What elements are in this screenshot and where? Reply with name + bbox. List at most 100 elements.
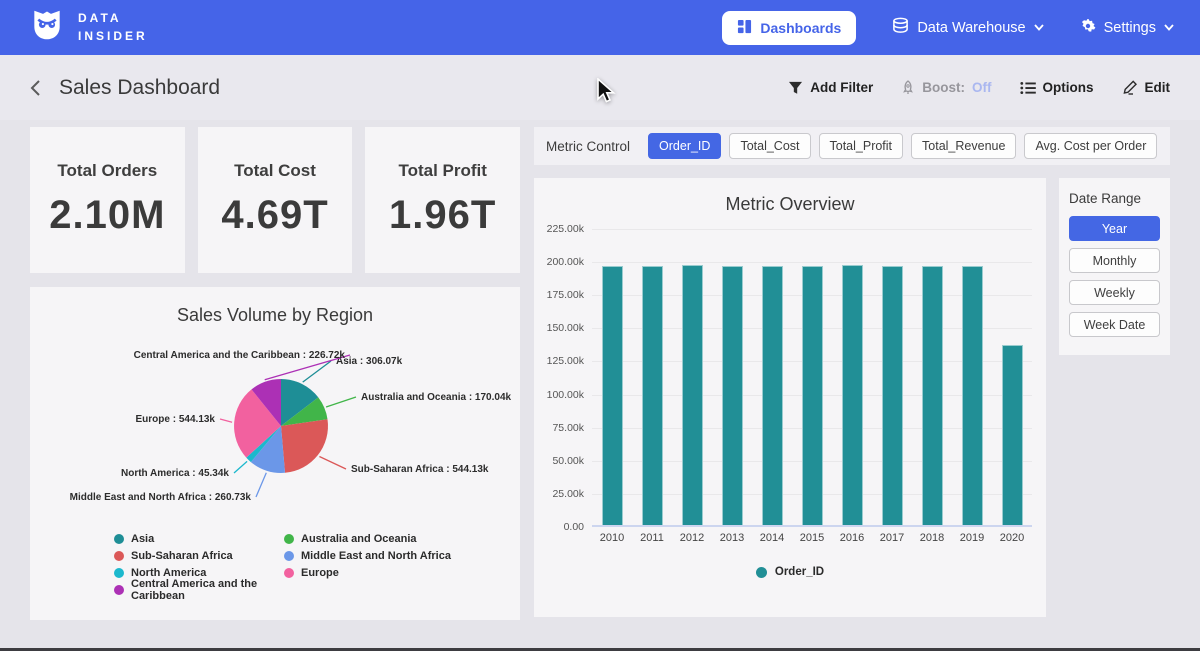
kpi-label: Total Cost [234,161,316,181]
legend-dot [284,568,294,578]
pie-legend: AsiaSub-Saharan AfricaNorth AmericaCentr… [30,530,520,598]
metric-option-total-profit[interactable]: Total_Profit [819,133,904,159]
bar-2019 [962,266,983,525]
legend-label: Australia and Oceania [301,533,417,545]
x-tick-label: 2014 [752,532,792,544]
dashboard-grid-icon [737,19,752,37]
bar-2010 [602,266,623,525]
legend-dot [284,551,294,561]
add-filter-button[interactable]: Add Filter [788,80,873,95]
options-list-icon [1020,81,1036,95]
options-button[interactable]: Options [1020,80,1094,95]
date-option-week-date[interactable]: Week Date [1069,312,1160,337]
pie-slice-sub-saharan-africa [281,419,328,473]
chevron-left-icon [30,79,41,97]
y-tick-label: 150.00k [547,322,584,334]
rocket-icon [901,80,915,95]
bar-chart-title: Metric Overview [534,178,1046,215]
legend-dot [114,568,124,578]
bar-2013 [722,266,743,525]
kpi-label: Total Orders [57,161,157,181]
bar-plot-area [592,229,1032,527]
bar-2012 [682,265,703,525]
kpi-value: 4.69T [221,193,328,238]
pie-slice-label: Australia and Oceania : 170.04k [361,392,512,403]
metric-option-avg-cost-per-order[interactable]: Avg. Cost per Order [1024,133,1157,159]
brand-logo: DATA INSIDER [28,6,148,49]
pie-slice-label: North America : 45.34k [121,468,229,479]
pie-callout-line [256,473,266,497]
settings-menu[interactable]: Settings [1080,18,1174,38]
date-range-buttons: Year Monthly Weekly Week Date [1069,216,1160,344]
bar-2017 [882,266,903,525]
x-axis: 2010201120122013201420152016201720182019… [592,532,1032,544]
legend-label: Asia [131,533,154,545]
legend-dot [756,567,767,578]
date-range-panel: Date Range Year Monthly Weekly Week Date [1059,178,1170,355]
brand-name: DATA INSIDER [78,10,148,45]
metric-option-total-revenue[interactable]: Total_Revenue [911,133,1016,159]
x-tick-label: 2015 [792,532,832,544]
kpi-label: Total Profit [398,161,486,181]
date-option-year[interactable]: Year [1069,216,1160,241]
dashboards-label: Dashboards [760,20,841,36]
edit-button[interactable]: Edit [1122,80,1171,95]
y-tick-label: 100.00k [547,389,584,401]
date-option-monthly[interactable]: Monthly [1069,248,1160,273]
y-tick-label: 50.00k [552,455,584,467]
legend-label: Europe [301,567,339,579]
options-label: Options [1043,80,1094,95]
y-tick-label: 125.00k [547,355,584,367]
settings-label: Settings [1104,20,1156,36]
x-tick-label: 2010 [592,532,632,544]
pie-chart-card: Sales Volume by Region Asia : 306.07kAus… [30,287,520,620]
boost-toggle[interactable]: Boost: Off [901,80,991,95]
legend-dot [284,534,294,544]
boost-value: Off [972,80,992,95]
y-tick-label: 75.00k [552,422,584,434]
metric-option-total-cost[interactable]: Total_Cost [729,133,810,159]
pie-slice-label: Sub-Saharan Africa : 544.13k [351,464,489,475]
kpi-row: Total Orders 2.10M Total Cost 4.69T Tota… [30,127,520,273]
x-tick-label: 2013 [712,532,752,544]
date-range-title: Date Range [1069,191,1160,206]
legend-label: Central America and the Caribbean [131,578,284,602]
pie-callout-line [234,461,247,473]
kpi-value: 2.10M [49,193,165,238]
date-option-weekly[interactable]: Weekly [1069,280,1160,305]
data-warehouse-menu[interactable]: Data Warehouse [892,17,1043,38]
database-icon [892,17,909,38]
x-tick-label: 2016 [832,532,872,544]
top-nav: DATA INSIDER Dashboards Da [0,0,1200,55]
metric-buttons: Order_ID Total_Cost Total_Profit Total_Reve… [648,133,1157,159]
bar-2020 [1002,345,1023,525]
y-axis: 225.00k200.00k175.00k150.00k125.00k100.0… [544,229,592,527]
y-tick-label: 0.00 [564,521,584,533]
bar-2018 [922,266,943,525]
bar-2016 [842,265,863,525]
x-tick-label: 2017 [872,532,912,544]
legend-dot [114,551,124,561]
data-warehouse-label: Data Warehouse [917,20,1025,36]
metric-option-order-id[interactable]: Order_ID [648,133,721,159]
kpi-value: 1.96T [389,193,496,238]
kpi-card-total-cost: Total Cost 4.69T [198,127,353,273]
legend-dot [114,534,124,544]
metric-control-bar: Metric Control Order_IDTotal_CostTotal_P… [534,127,1170,165]
pie-legend-item: Asia [114,530,284,547]
bar-2015 [802,266,823,525]
pie-slice-label: Central America and the Caribbean : 226.… [134,350,346,361]
x-tick-label: 2018 [912,532,952,544]
kpi-card-total-profit: Total Profit 1.96T [365,127,520,273]
dashboards-button[interactable]: Dashboards [722,11,856,45]
legend-label: Middle East and North Africa [301,550,451,562]
pie-legend-item: Europe [284,564,451,581]
pie-callout-line [326,397,356,407]
pie-legend-item: Middle East and North Africa [284,547,451,564]
pie-chart: Asia : 306.07kAustralia and Oceania : 17… [30,330,520,522]
pie-legend-item: Central America and the Caribbean [114,581,284,598]
bar-chart-card: Metric Overview 225.00k200.00k175.00k150… [534,178,1046,617]
bar-2014 [762,266,783,525]
back-button[interactable] [30,79,41,97]
y-tick-label: 225.00k [547,223,584,235]
